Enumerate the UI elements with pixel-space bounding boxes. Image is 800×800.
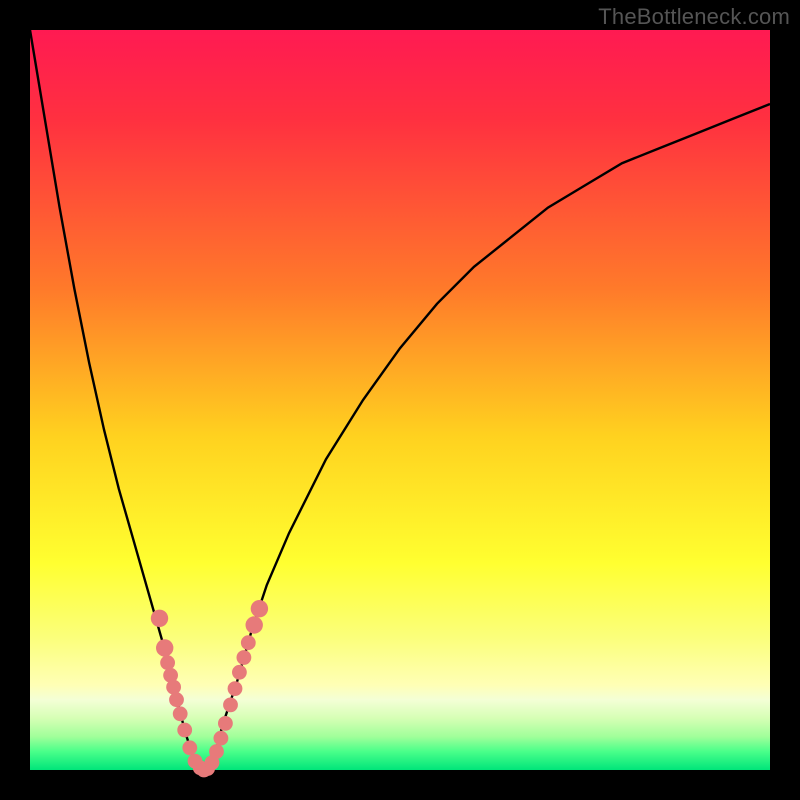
curve-marker (228, 681, 243, 696)
curve-markers (151, 600, 268, 777)
curve-marker (166, 680, 181, 695)
curve-marker (251, 600, 268, 617)
curve-marker (177, 723, 192, 738)
bottleneck-curve (30, 30, 770, 770)
curve-marker (237, 650, 252, 665)
curve-marker (223, 698, 238, 713)
curve-marker (218, 716, 233, 731)
curve-marker (214, 731, 229, 746)
curve-marker (209, 744, 224, 759)
curve-marker (151, 610, 168, 627)
plot-area (30, 30, 770, 770)
curve-marker (169, 692, 184, 707)
curve-marker (246, 616, 263, 633)
curve-marker (182, 740, 197, 755)
curve-path (30, 30, 770, 770)
chart-frame: TheBottleneck.com (0, 0, 800, 800)
curve-marker (160, 655, 175, 670)
watermark-text: TheBottleneck.com (598, 4, 790, 30)
curve-marker (241, 635, 256, 650)
curve-marker (156, 639, 173, 656)
curve-marker (232, 665, 247, 680)
curve-marker (173, 706, 188, 721)
